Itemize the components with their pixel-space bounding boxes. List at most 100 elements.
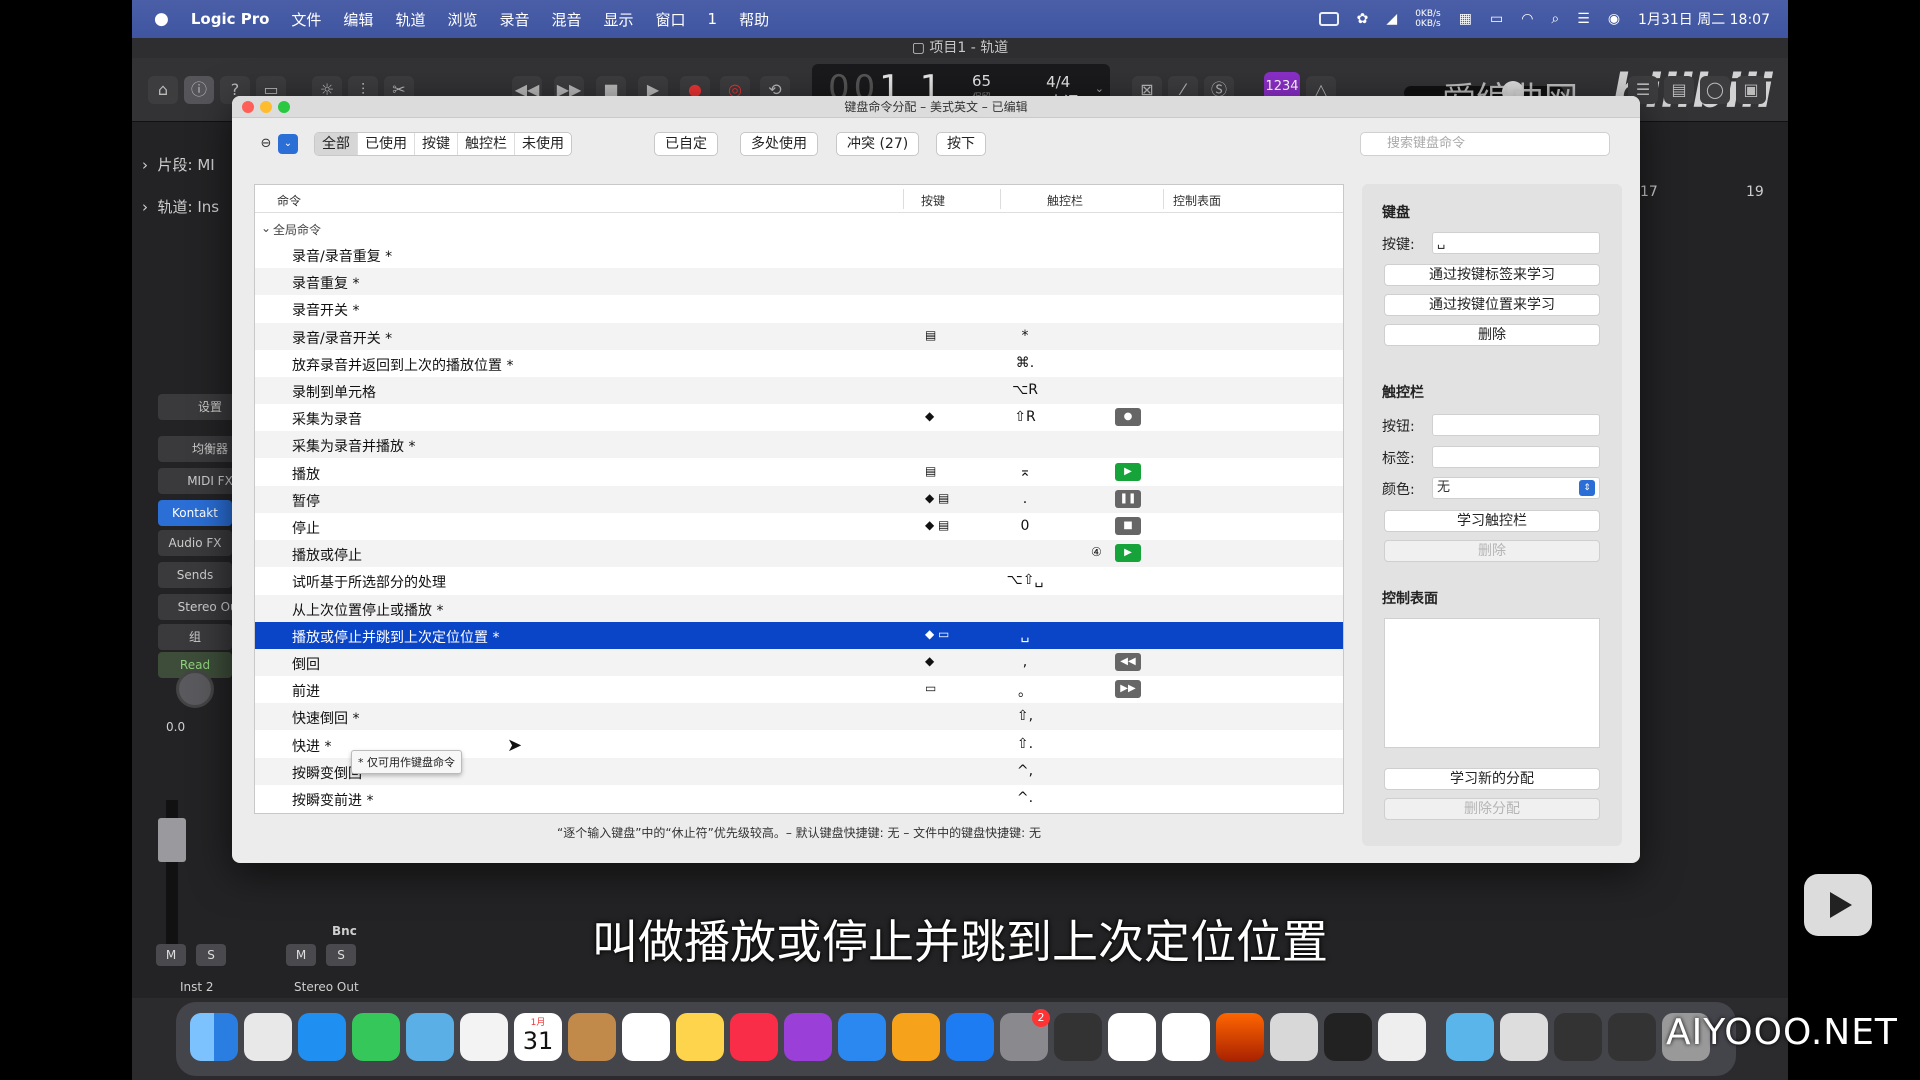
learn-new-assignment-button[interactable]: 学习新的分配	[1384, 768, 1600, 790]
region-inspector-header[interactable]: › 片段: MI	[142, 154, 215, 175]
input-method-icon[interactable]: ▦	[1459, 11, 1472, 27]
netdisk-icon[interactable]	[1162, 1013, 1210, 1061]
delete-key-button[interactable]: 删除	[1384, 324, 1600, 346]
table-row[interactable]: 试听基于所选部分的处理 ⌥⇧␣	[255, 567, 1343, 594]
menu-track[interactable]: 轨道	[395, 9, 425, 30]
podcasts-icon[interactable]	[784, 1013, 832, 1061]
notepad-icon[interactable]: ▤	[1664, 76, 1694, 104]
launchpad-icon[interactable]	[244, 1013, 292, 1061]
table-row[interactable]: 按瞬变前进 * ^.	[255, 785, 1343, 812]
app-store-icon[interactable]	[946, 1013, 994, 1061]
minimize-button[interactable]	[260, 101, 272, 113]
table-row[interactable]: 录音/录音开关 * ▤ *	[255, 322, 1343, 350]
menu-one[interactable]: 1	[708, 10, 718, 28]
screen-record-icon[interactable]	[1318, 12, 1339, 26]
table-row[interactable]: 倒回 ◆, ◀◀	[255, 649, 1343, 676]
window-thumbnail-icon[interactable]	[1500, 1013, 1548, 1061]
search-icon[interactable]: ⌕	[1551, 11, 1559, 27]
channel-audio-fx[interactable]: Audio FX	[158, 530, 232, 556]
pages-icon[interactable]	[892, 1013, 940, 1061]
channel-sends[interactable]: Sends	[158, 562, 232, 588]
channel-name-2[interactable]: Stereo Out	[294, 980, 359, 994]
preview-icon[interactable]	[1270, 1013, 1318, 1061]
music-icon[interactable]	[730, 1013, 778, 1061]
customized-button[interactable]: 已自定	[654, 132, 718, 156]
lark-icon[interactable]	[1108, 1013, 1156, 1061]
table-row[interactable]: 采集为录音 ◆ ⇧R ●	[255, 404, 1343, 431]
color-select[interactable]: 无 ⇕	[1432, 477, 1600, 499]
filter-used[interactable]: 已使用	[358, 133, 415, 155]
chevron-down-icon[interactable]: ⌄	[261, 221, 271, 235]
menu-mix[interactable]: 混音	[551, 9, 581, 30]
textedit-icon[interactable]	[1378, 1013, 1426, 1061]
channel-instrument[interactable]: Kontakt	[158, 500, 232, 526]
menu-file[interactable]: 文件	[291, 9, 321, 30]
learn-by-label-button[interactable]: 通过按键标签来学习	[1384, 264, 1600, 286]
channel-group[interactable]: 组	[158, 624, 232, 650]
messages-icon[interactable]	[352, 1013, 400, 1061]
screen-recorder-icon[interactable]	[1324, 1013, 1372, 1061]
multi-use-button[interactable]: 多处使用	[740, 132, 818, 156]
menu-app-name[interactable]: Logic Pro	[191, 10, 270, 28]
baidu-netdisk-icon[interactable]: ✿	[1357, 11, 1369, 27]
table-row[interactable]: 播放或停止 ④ ▶	[255, 540, 1343, 568]
button-field[interactable]	[1432, 414, 1600, 436]
volume-fader-handle[interactable]	[158, 818, 186, 862]
reminders-icon[interactable]	[622, 1013, 670, 1061]
channel-name-1[interactable]: Inst 2	[180, 980, 214, 994]
keynote-icon[interactable]	[838, 1013, 886, 1061]
contacts-icon[interactable]	[568, 1013, 616, 1061]
table-row[interactable]: 采集为录音并播放 *	[255, 431, 1343, 459]
table-row[interactable]: 播放 ▤ ⌅ ▶	[255, 459, 1343, 486]
browser-icon[interactable]: ▣	[1736, 76, 1766, 104]
table-row[interactable]: 暂停 ◆ ▤. ❚❚	[255, 485, 1343, 513]
control-center-icon[interactable]: ☰	[1577, 11, 1590, 27]
options-dropdown-icon[interactable]: ⌄	[278, 134, 298, 154]
table-row[interactable]: 快速倒回 * ⇧,	[255, 703, 1343, 731]
filter-touchbar[interactable]: 触控栏	[458, 133, 515, 155]
table-row[interactable]: 录音/录音重复 *	[255, 241, 1343, 268]
bilibili-play-icon[interactable]	[1804, 874, 1872, 936]
finder-icon[interactable]	[190, 1013, 238, 1061]
zoom-button[interactable]	[278, 101, 290, 113]
filter-unused[interactable]: 未使用	[515, 133, 571, 155]
chevron-down-icon[interactable]: ⌄	[1095, 82, 1104, 95]
col-control-surface[interactable]: 控制表面	[1173, 192, 1221, 209]
safari-icon[interactable]	[298, 1013, 346, 1061]
wifi-icon[interactable]: ◠	[1521, 11, 1533, 27]
library-icon[interactable]: ⌂	[148, 76, 178, 104]
calendar-icon[interactable]: 1月 31	[514, 1013, 562, 1061]
learn-touchbar-button[interactable]: 学习触控栏	[1384, 510, 1600, 532]
table-row[interactable]: 播放或停止并跳到上次定位位置 * ◆ ▭ ␣	[255, 621, 1343, 649]
search-input[interactable]: 搜索键盘命令	[1360, 132, 1610, 156]
notification-icon[interactable]: ◢	[1386, 11, 1397, 27]
siri-icon[interactable]: ◉	[1608, 11, 1620, 27]
filter-keys[interactable]: 按键	[415, 133, 458, 155]
col-touchbar[interactable]: 触控栏	[1047, 192, 1083, 209]
table-row[interactable]: 从上次位置停止或播放 *	[255, 594, 1343, 622]
battery-icon[interactable]: ▭	[1490, 11, 1503, 27]
photos-icon[interactable]	[460, 1013, 508, 1061]
track-inspector-header[interactable]: › 轨道: Ins	[142, 196, 219, 217]
table-row[interactable]: 录音重复 *	[255, 268, 1343, 296]
options-icon[interactable]: ⊖	[256, 134, 276, 154]
table-row[interactable]: 录制到单元格 ⌥R	[255, 377, 1343, 404]
downloads-folder-icon[interactable]	[1446, 1013, 1494, 1061]
inspector-icon[interactable]: ⓘ	[184, 76, 214, 104]
apple-icon[interactable]: ●	[154, 9, 169, 29]
menu-window[interactable]: 窗口	[656, 9, 686, 30]
notes-icon[interactable]	[676, 1013, 724, 1061]
delete-touchbar-button[interactable]: 删除	[1384, 540, 1600, 562]
system-settings-icon[interactable]: 2	[1000, 1009, 1050, 1061]
conflicts-button[interactable]: 冲突 (27)	[836, 132, 920, 156]
table-row[interactable]: 录音开关 *	[255, 295, 1343, 322]
window-thumbnail-icon[interactable]	[1608, 1013, 1656, 1061]
logic-pro-icon[interactable]	[1054, 1013, 1102, 1061]
tag-field[interactable]	[1432, 446, 1600, 468]
menu-view[interactable]: 显示	[604, 9, 634, 30]
press-button[interactable]: 按下	[936, 132, 986, 156]
group-row-global[interactable]: ⌄ 全局命令	[255, 215, 1343, 241]
pan-knob[interactable]	[176, 670, 214, 708]
menu-browse[interactable]: 浏览	[447, 9, 477, 30]
delete-assignment-button[interactable]: 删除分配	[1384, 798, 1600, 820]
